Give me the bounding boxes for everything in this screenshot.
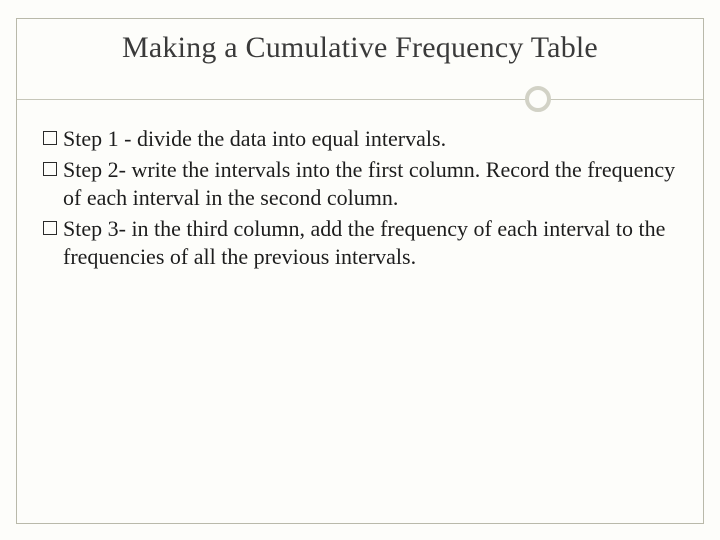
list-item: Step 3- in the third column, add the fre… (43, 215, 677, 272)
slide-frame: Making a Cumulative Frequency Table Step… (16, 18, 704, 524)
list-item-text: Step 2- write the intervals into the fir… (63, 156, 677, 213)
slide: Making a Cumulative Frequency Table Step… (0, 0, 720, 540)
list-item: Step 1 - divide the data into equal inte… (43, 125, 677, 154)
content-area: Step 1 - divide the data into equal inte… (17, 125, 703, 272)
square-bullet-icon (43, 162, 57, 176)
divider-circle-icon (525, 86, 551, 112)
square-bullet-icon (43, 131, 57, 145)
slide-title: Making a Cumulative Frequency Table (17, 31, 703, 87)
square-bullet-icon (43, 221, 57, 235)
list-item-text: Step 1 - divide the data into equal inte… (63, 125, 677, 154)
list-item: Step 2- write the intervals into the fir… (43, 156, 677, 213)
title-divider (17, 87, 703, 111)
list-item-text: Step 3- in the third column, add the fre… (63, 215, 677, 272)
divider-line (17, 99, 703, 100)
